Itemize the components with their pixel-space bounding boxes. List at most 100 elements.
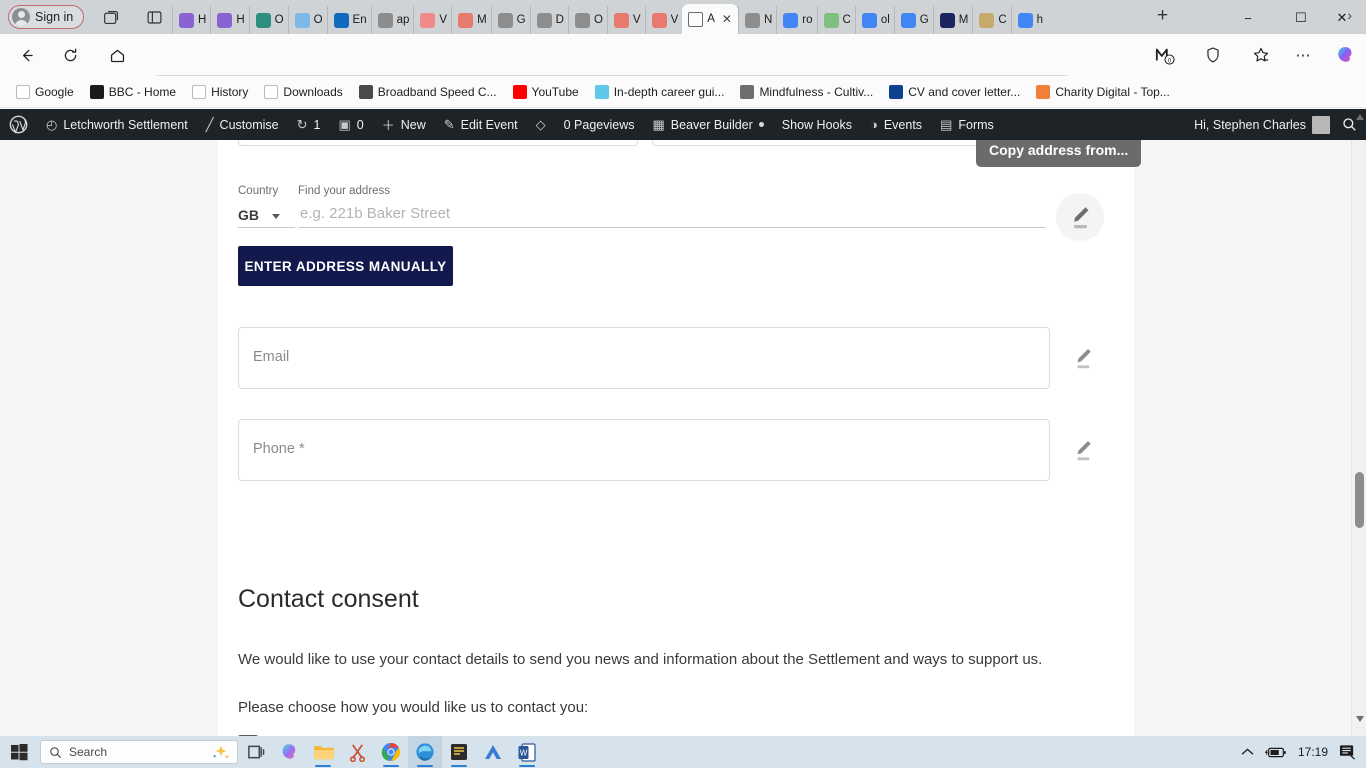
home-icon[interactable] bbox=[104, 42, 130, 68]
copilot-taskbar-icon[interactable] bbox=[272, 736, 306, 768]
bookmark-item[interactable]: YouTube bbox=[505, 82, 587, 102]
split-screen-icon[interactable] bbox=[1200, 42, 1226, 68]
admin-bar-item[interactable]: ◇ bbox=[527, 109, 555, 140]
copilot-icon[interactable] bbox=[1332, 42, 1358, 68]
reload-icon[interactable] bbox=[57, 42, 83, 68]
close-tab-icon[interactable]: ✕ bbox=[722, 12, 732, 26]
chevron-down-icon[interactable] bbox=[272, 214, 280, 219]
file-error-icon bbox=[377, 12, 393, 28]
mail-icon[interactable]: 0 bbox=[1152, 42, 1178, 68]
phone-edit-icon[interactable] bbox=[1068, 433, 1098, 467]
taskbar-search[interactable]: Search bbox=[40, 740, 238, 764]
settings-more-icon[interactable]: ⋯ bbox=[1290, 42, 1316, 68]
back-arrow-icon[interactable] bbox=[14, 42, 40, 68]
bookmark-item[interactable]: History bbox=[184, 82, 256, 102]
tab-list[interactable]: H H O O En ap V M G D O V V A ✕ Nro Col G M Ch bbox=[172, 0, 1047, 34]
bookmark-item[interactable]: Charity Digital - Top... bbox=[1028, 82, 1178, 102]
tab-groups-icon[interactable] bbox=[100, 6, 122, 28]
browser-tab[interactable]: h bbox=[1010, 6, 1047, 34]
admin-bar-item[interactable]: ✎ Edit Event bbox=[435, 109, 527, 140]
file-explorer-icon[interactable] bbox=[306, 736, 340, 768]
browser-tab[interactable]: M bbox=[932, 6, 973, 34]
enter-address-manually-button[interactable]: ENTER ADDRESS MANUALLY bbox=[238, 246, 453, 286]
minimize-button[interactable]: − bbox=[1228, 6, 1268, 30]
browser-tab[interactable]: N bbox=[737, 6, 776, 34]
address-line-field-partial[interactable] bbox=[238, 140, 638, 146]
nordvpn-icon[interactable] bbox=[476, 736, 510, 768]
copy-address-button[interactable] bbox=[1056, 193, 1104, 241]
scroll-down-icon[interactable] bbox=[1355, 716, 1364, 722]
scroll-up-icon[interactable] bbox=[1355, 114, 1364, 120]
browser-tab[interactable]: V bbox=[644, 6, 683, 34]
bookmarks-bar[interactable]: Google BBC - Home History Downloads Broadban… bbox=[0, 76, 1366, 108]
bookmark-item[interactable]: BBC - Home bbox=[82, 82, 184, 102]
task-view-icon[interactable] bbox=[238, 736, 272, 768]
browser-tab[interactable]: O bbox=[567, 6, 607, 34]
bookmark-item[interactable]: Downloads bbox=[256, 82, 350, 102]
admin-bar-item[interactable]: Show Hooks bbox=[773, 109, 861, 140]
chevron-up-icon[interactable] bbox=[1241, 747, 1254, 757]
browser-tab-label: A bbox=[707, 13, 715, 25]
start-button[interactable] bbox=[0, 736, 38, 768]
browser-tab[interactable]: O bbox=[248, 6, 288, 34]
browser-tab[interactable]: ol bbox=[854, 6, 894, 34]
browser-tab[interactable]: C bbox=[816, 6, 855, 34]
browser-tab-active[interactable]: A ✕ bbox=[682, 4, 738, 34]
browser-tab[interactable]: C bbox=[972, 6, 1010, 34]
admin-bar-item[interactable]: ▣ 0 bbox=[329, 109, 372, 140]
bookmark-item[interactable]: Google bbox=[8, 82, 82, 102]
notifications-icon[interactable] bbox=[1339, 744, 1356, 760]
bookmarks-overflow-icon[interactable]: › bbox=[1347, 7, 1352, 23]
restore-button[interactable]: ☐ bbox=[1281, 6, 1321, 30]
browser-tab[interactable]: V bbox=[413, 6, 451, 34]
close-window-button[interactable]: ✕ bbox=[1322, 6, 1362, 30]
browser-tab[interactable]: En bbox=[326, 6, 371, 34]
word-icon[interactable]: W bbox=[510, 736, 544, 768]
wordpress-logo-icon[interactable] bbox=[0, 109, 37, 140]
collections-icon[interactable] bbox=[1248, 42, 1274, 68]
chrome-icon[interactable] bbox=[374, 736, 408, 768]
email-field[interactable]: Email bbox=[238, 327, 1050, 389]
admin-bar-item[interactable]: ▦ Beaver Builder bbox=[644, 109, 773, 140]
browser-tab[interactable]: ap bbox=[370, 6, 414, 34]
admin-bar-item[interactable]: ↻ 1 bbox=[288, 109, 330, 140]
email-edit-icon[interactable] bbox=[1068, 341, 1098, 375]
bookmark-item[interactable]: Mindfulness - Cultiv... bbox=[732, 82, 881, 102]
sign-in-button[interactable]: Sign in bbox=[8, 5, 85, 29]
browser-tab[interactable]: V bbox=[606, 6, 645, 34]
bookmark-item[interactable]: In-depth career gui... bbox=[587, 82, 733, 102]
tab-actions-icon[interactable] bbox=[143, 6, 165, 28]
new-tab-button[interactable]: + bbox=[1157, 6, 1168, 25]
admin-bar-item-label: Show Hooks bbox=[781, 117, 852, 132]
edge-icon[interactable] bbox=[408, 736, 442, 768]
clock[interactable]: 17:19 bbox=[1298, 745, 1328, 759]
battery-charging-icon[interactable] bbox=[1264, 746, 1287, 759]
email-placeholder: Email bbox=[253, 349, 290, 365]
browser-tab[interactable]: M bbox=[451, 6, 491, 34]
admin-bar-item[interactable]: ◑ Events bbox=[861, 109, 931, 140]
admin-bar-item[interactable]: 0 Pageviews bbox=[555, 109, 644, 140]
admin-bar-item[interactable]: ╱ Customise bbox=[197, 109, 288, 140]
browser-tab[interactable]: H bbox=[172, 6, 210, 34]
scrollbar-thumb[interactable] bbox=[1355, 472, 1364, 528]
find-address-input[interactable]: e.g. 221b Baker Street bbox=[298, 201, 1046, 228]
admin-bar-item[interactable]: ◴ Letchworth Settlement bbox=[37, 109, 197, 140]
admin-bar-item[interactable]: ＋ New bbox=[373, 109, 435, 140]
browser-tab[interactable]: H bbox=[210, 6, 248, 34]
page-scrollbar[interactable] bbox=[1351, 114, 1366, 736]
sticky-notes-icon[interactable] bbox=[442, 736, 476, 768]
admin-bar-item[interactable]: ▤ Forms bbox=[931, 109, 1003, 140]
snipping-tool-icon[interactable] bbox=[340, 736, 374, 768]
browser-tab[interactable]: G bbox=[490, 6, 530, 34]
country-select[interactable]: GB bbox=[238, 201, 295, 228]
browser-tab[interactable]: D bbox=[529, 6, 568, 34]
browser-tab[interactable]: ro bbox=[776, 6, 816, 34]
browser-tab[interactable]: G bbox=[893, 6, 933, 34]
browser-tab[interactable]: O bbox=[287, 6, 327, 34]
bookmark-item[interactable]: Broadband Speed C... bbox=[351, 82, 505, 102]
copilot-icon bbox=[217, 12, 233, 28]
phone-field[interactable]: Phone * bbox=[238, 419, 1050, 481]
bookmark-item[interactable]: CV and cover letter... bbox=[881, 82, 1028, 102]
browser-tab-label: H bbox=[198, 14, 207, 26]
admin-bar-account[interactable]: Hi, Stephen Charles bbox=[1185, 109, 1366, 140]
